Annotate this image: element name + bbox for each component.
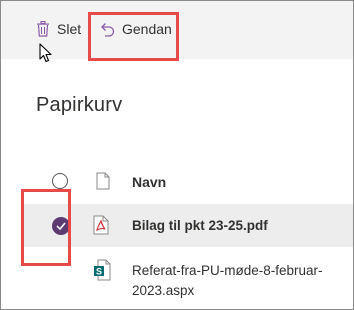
restore-highlight-box	[88, 12, 179, 61]
checkbox-highlight-box	[21, 189, 71, 266]
delete-button[interactable]: Slet	[36, 17, 81, 41]
pdf-file-icon	[93, 215, 109, 240]
delete-label: Slet	[57, 21, 82, 37]
mouse-pointer-icon	[39, 43, 52, 68]
file-type-icon	[96, 172, 110, 195]
recycle-bin-window: Slet Gendan Papirkurv Navn Bilag til pkt…	[0, 0, 354, 310]
list-item[interactable]: Bilag til pkt 23-25.pdf	[22, 204, 353, 247]
column-header-name[interactable]: Navn	[132, 174, 166, 190]
page-title: Papirkurv	[36, 94, 123, 116]
sharepoint-page-icon: S	[93, 259, 111, 286]
file-name[interactable]: Referat-fra-PU-møde-8-februar- 2023.aspx	[132, 261, 347, 301]
svg-text:S: S	[96, 266, 102, 276]
file-name[interactable]: Bilag til pkt 23-25.pdf	[132, 218, 268, 233]
trash-icon	[36, 21, 50, 37]
select-all-radio[interactable]	[52, 173, 68, 189]
